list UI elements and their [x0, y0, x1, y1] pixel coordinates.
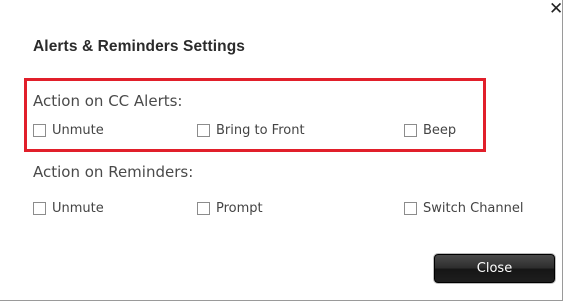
close-button[interactable]: Close — [434, 254, 555, 283]
alerts-reminders-dialog: ✕ Alerts & Reminders Settings Action on … — [0, 0, 563, 301]
checkbox-box[interactable] — [33, 123, 46, 137]
reminders-unmute-checkbox[interactable]: Unmute — [33, 199, 104, 217]
checkbox-label: Unmute — [52, 200, 104, 216]
cc-alerts-beep-checkbox[interactable]: Beep — [404, 121, 456, 139]
checkbox-label: Prompt — [216, 200, 263, 216]
reminders-prompt-checkbox[interactable]: Prompt — [197, 199, 263, 217]
cc-alerts-bring-to-front-checkbox[interactable]: Bring to Front — [197, 121, 305, 139]
dialog-title: Alerts & Reminders Settings — [33, 38, 246, 55]
cc-alerts-highlight-frame — [24, 78, 486, 152]
reminders-label: Action on Reminders: — [33, 163, 194, 181]
close-icon[interactable]: ✕ — [549, 0, 563, 18]
checkbox-label: Switch Channel — [423, 200, 524, 216]
checkbox-box[interactable] — [197, 123, 210, 137]
checkbox-label: Bring to Front — [216, 122, 305, 138]
cc-alerts-label: Action on CC Alerts: — [33, 92, 183, 110]
checkbox-box[interactable] — [404, 201, 417, 215]
checkbox-box[interactable] — [404, 123, 417, 137]
checkbox-label: Beep — [423, 122, 457, 138]
cc-alerts-unmute-checkbox[interactable]: Unmute — [33, 121, 104, 139]
checkbox-box[interactable] — [33, 201, 46, 215]
checkbox-label: Unmute — [52, 122, 104, 138]
reminders-switch-channel-checkbox[interactable]: Switch Channel — [404, 199, 523, 217]
checkbox-box[interactable] — [197, 201, 210, 215]
